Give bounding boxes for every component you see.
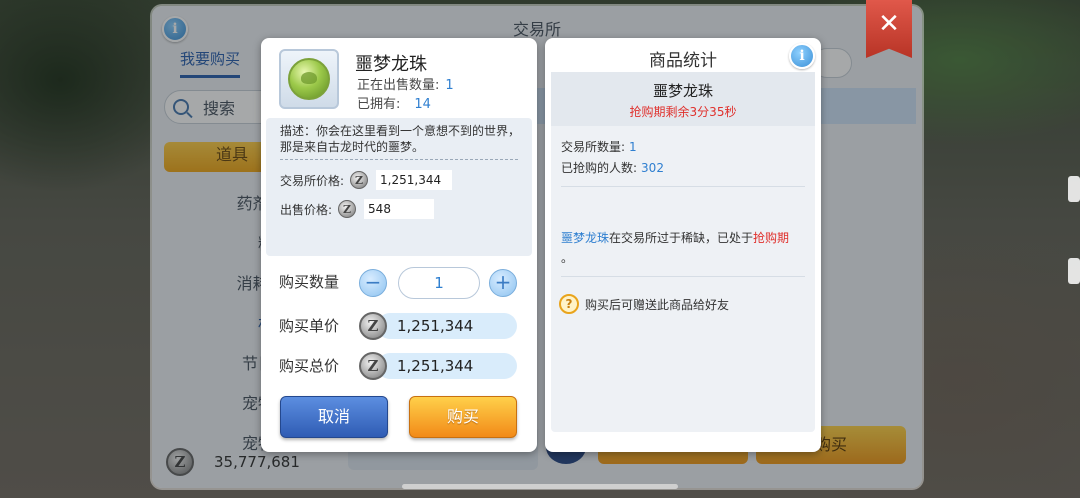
sell-price-value: 548 <box>364 199 435 219</box>
sell-price-label: 出售价格: <box>280 202 333 217</box>
owned-count: 已拥有: 14 <box>357 93 431 112</box>
on-sale-value: 1 <box>445 78 454 93</box>
sell-price-row: 出售价格: Z 548 <box>280 198 435 220</box>
right-edge-arrow-upper[interactable] <box>1068 176 1080 202</box>
stats-divider <box>561 276 805 277</box>
item-name: 噩梦龙珠 <box>355 54 427 75</box>
unit-price-label: 购买单价 <box>279 317 340 335</box>
dragon-orb-icon <box>288 58 330 100</box>
gift-hint: ? 购买后可赠送此商品给好友 <box>559 294 729 314</box>
scarcity-item-name: 噩梦龙珠 <box>561 231 610 245</box>
buyers-value: 302 <box>641 161 664 175</box>
scarcity-end: 。 <box>561 251 574 265</box>
cancel-button[interactable]: 取消 <box>280 396 388 438</box>
home-indicator[interactable] <box>402 484 678 489</box>
scarcity-text: 在交易所过于稀缺，已处于 <box>609 231 754 245</box>
zeny-coin-icon: Z <box>338 200 357 218</box>
total-price-label: 购买总价 <box>279 357 340 375</box>
item-description: 描述：你会在这里看到一个意想不到的世界，那是来自古龙时代的噩梦。 <box>280 124 521 154</box>
description-box: 描述：你会在这里看到一个意想不到的世界，那是来自古龙时代的噩梦。 交易所价格: … <box>266 118 532 256</box>
total-price-value: 1,251,344 <box>377 353 517 379</box>
buyers-count: 已抢购的人数: 302 <box>561 159 664 176</box>
buyers-label: 已抢购的人数: <box>561 161 638 175</box>
stats-title: 商品统计 <box>649 51 717 71</box>
on-sale-label: 正在出售数量: <box>357 78 440 93</box>
exchange-price-label: 交易所价格: <box>280 173 345 188</box>
help-icon[interactable]: ? <box>559 294 579 314</box>
stats-divider <box>561 186 805 187</box>
exchange-count-value: 1 <box>629 140 637 154</box>
confirm-buy-button[interactable]: 购买 <box>409 396 517 438</box>
scarcity-status: 抢购期 <box>753 231 790 245</box>
description-divider <box>280 159 518 160</box>
minus-icon[interactable]: − <box>359 269 387 297</box>
quantity-label: 购买数量 <box>279 273 340 291</box>
scarcity-message: 噩梦龙珠在交易所过于稀缺，已处于抢购期。 <box>561 228 805 268</box>
rush-timer: 抢购期剩余3分35秒 <box>629 105 737 119</box>
info-icon[interactable]: i <box>789 43 815 69</box>
stats-header: 噩梦龙珠 抢购期剩余3分35秒 <box>551 72 815 126</box>
plus-icon[interactable]: + <box>489 269 517 297</box>
on-sale-count: 正在出售数量: 1 <box>357 74 454 93</box>
zeny-coin-icon: Z <box>350 171 369 189</box>
exchange-count-label: 交易所数量: <box>561 140 626 154</box>
owned-value: 14 <box>414 97 431 112</box>
exchange-price-row: 交易所价格: Z 1,251,344 <box>280 169 453 191</box>
exchange-price-value: 1,251,344 <box>376 170 453 190</box>
gift-hint-text: 购买后可赠送此商品给好友 <box>585 297 730 312</box>
exchange-count: 交易所数量: 1 <box>561 138 637 155</box>
stats-body: 噩梦龙珠 抢购期剩余3分35秒 交易所数量: 1 已抢购的人数: 302 噩梦龙珠在… <box>551 72 815 432</box>
purchase-dialog: 噩梦龙珠 正在出售数量: 1 已拥有: 14 描述：你会在这里看到一个意想不到的世界… <box>261 38 537 452</box>
zeny-coin-icon: Z <box>359 312 387 340</box>
item-icon-frame <box>279 49 339 109</box>
unit-price-value: 1,251,344 <box>377 313 517 339</box>
quantity-input[interactable]: 1 <box>398 267 480 299</box>
item-stats-dialog: 商品统计 i 噩梦龙珠 抢购期剩余3分35秒 交易所数量: 1 已抢购的人数: 30… <box>545 38 821 452</box>
zeny-coin-icon: Z <box>359 352 387 380</box>
owned-label: 已拥有: <box>357 97 401 112</box>
stats-item-name: 噩梦龙珠 <box>652 82 713 100</box>
right-edge-arrow-lower[interactable] <box>1068 258 1080 284</box>
